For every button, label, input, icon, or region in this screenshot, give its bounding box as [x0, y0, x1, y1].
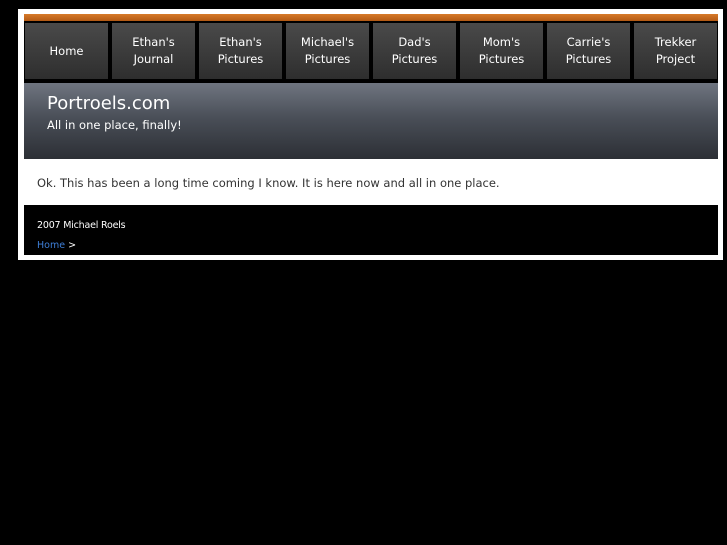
site-header: Portroels.com All in one place, finally!: [24, 83, 718, 159]
nav-item-label: Ethan's Journal: [132, 35, 175, 66]
nav-item-label: Mom's Pictures: [478, 35, 525, 66]
nav-item-label: Trekker Project: [654, 35, 697, 66]
nav-item-label: Carrie's Pictures: [565, 35, 612, 66]
copyright-text: 2007 Michael Roels: [37, 220, 126, 231]
page-frame: Home Ethan's Journal Ethan's Pictures Mi…: [18, 9, 723, 260]
nav-item-michaels-pictures[interactable]: Michael's Pictures: [286, 23, 369, 79]
page-container: Home Ethan's Journal Ethan's Pictures Mi…: [24, 14, 718, 255]
content-paragraph: Ok. This has been a long time coming I k…: [37, 176, 500, 190]
nav-item-home[interactable]: Home: [25, 23, 108, 79]
main-content: Ok. This has been a long time coming I k…: [24, 159, 718, 205]
nav-item-trekker-project[interactable]: Trekker Project: [634, 23, 717, 79]
nav-item-ethans-journal[interactable]: Ethan's Journal: [112, 23, 195, 79]
nav-item-label: Michael's Pictures: [300, 35, 355, 66]
nav-item-label: Home: [49, 43, 84, 58]
nav-item-dads-pictures[interactable]: Dad's Pictures: [373, 23, 456, 79]
breadcrumb-home-link[interactable]: Home: [37, 240, 65, 251]
nav-item-label: Ethan's Pictures: [217, 35, 264, 66]
accent-bar: [24, 14, 718, 21]
nav-item-moms-pictures[interactable]: Mom's Pictures: [460, 23, 543, 79]
site-footer: 2007 Michael Roels Home >: [24, 205, 718, 255]
nav-item-label: Dad's Pictures: [391, 35, 438, 66]
nav-item-carries-pictures[interactable]: Carrie's Pictures: [547, 23, 630, 79]
site-title: Portroels.com: [47, 93, 171, 114]
breadcrumb: Home >: [37, 240, 76, 252]
main-nav: Home Ethan's Journal Ethan's Pictures Mi…: [24, 21, 718, 83]
nav-item-ethans-pictures[interactable]: Ethan's Pictures: [199, 23, 282, 79]
site-tagline: All in one place, finally!: [47, 118, 182, 132]
breadcrumb-separator: >: [68, 240, 77, 251]
